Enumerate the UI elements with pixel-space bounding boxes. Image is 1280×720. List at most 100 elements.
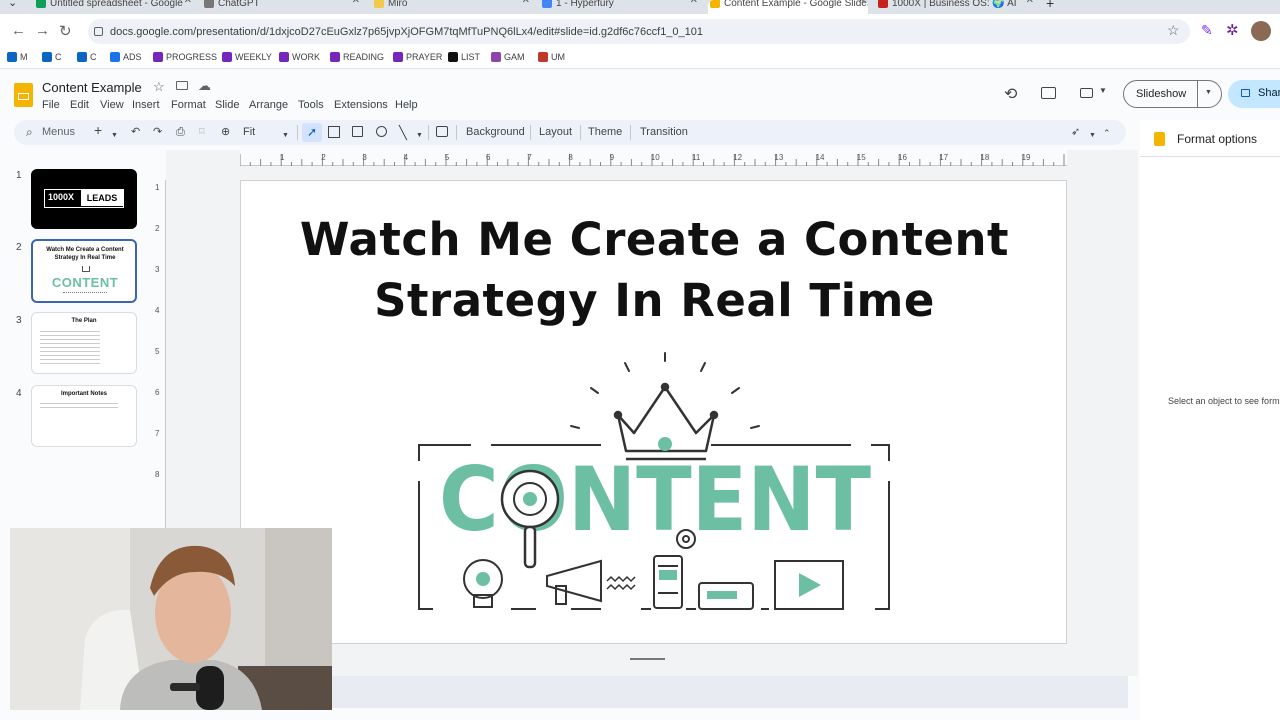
tab-business-os[interactable]: 1000X | Business OS: 🌍 AI ✕	[876, 0, 1036, 14]
new-tab-button[interactable]: +	[1046, 0, 1054, 11]
bookmark-star-icon[interactable]: ☆	[1167, 22, 1180, 39]
slide-thumbnail-3[interactable]: The Plan	[31, 312, 137, 374]
megaphone-icon	[546, 559, 602, 605]
tab-chatgpt[interactable]: ChatGPT ✕	[202, 0, 362, 14]
bookmark-gam[interactable]: GAM	[491, 52, 525, 63]
site-info-icon[interactable]	[94, 27, 103, 36]
layout-button[interactable]: Layout	[539, 126, 572, 139]
tab-content-example[interactable]: Content Example - Google Slides ✕	[708, 0, 868, 14]
menu-format[interactable]: Format	[171, 99, 206, 111]
extension-pen-icon[interactable]: ✎	[1201, 22, 1213, 39]
content-illustration[interactable]: CONTENT	[241, 181, 1068, 645]
ruler-tick-label: 9	[609, 153, 615, 162]
print-icon[interactable]: ⎙	[176, 126, 185, 139]
pointer-icon[interactable]: ➶	[1071, 126, 1080, 139]
menu-extensions[interactable]: Extensions	[334, 99, 388, 111]
bookmark-c1[interactable]: C	[42, 52, 62, 63]
ruler-tick-label: 15	[856, 153, 866, 162]
bookmark-c2[interactable]: C	[77, 52, 97, 63]
bookmark-work[interactable]: WORK	[279, 52, 320, 63]
menu-edit[interactable]: Edit	[70, 99, 89, 111]
onenote-icon	[222, 52, 232, 62]
bookmark-ads[interactable]: ADS	[110, 52, 142, 63]
slideshow-button[interactable]: Slideshow ▼	[1123, 80, 1222, 108]
slides-logo-icon[interactable]	[14, 83, 33, 107]
url-field[interactable]: docs.google.com/presentation/d/1dxjcoD27…	[88, 19, 1190, 44]
version-history-icon[interactable]: ⟲	[1004, 84, 1017, 104]
bookmark-um[interactable]: UM	[538, 52, 565, 63]
text-box-icon[interactable]	[328, 126, 340, 138]
bookmark-label: C	[55, 52, 62, 62]
tab-search-icon[interactable]: ⌄	[8, 0, 17, 9]
horizontal-ruler[interactable]: 1 2 3 4 5 6 7 8 9 10 11 12 13 14 15 16 17 18 19	[240, 150, 1067, 166]
close-icon[interactable]: ✕	[690, 0, 698, 6]
zoom-select[interactable]: Fit	[243, 126, 255, 139]
profile-avatar[interactable]	[1251, 21, 1271, 41]
close-icon[interactable]: ✕	[858, 0, 866, 6]
slide-thumbnail-2[interactable]: Watch Me Create a Content Strategy In Re…	[31, 239, 137, 303]
slide-thumbnail-1[interactable]: 1000X LEADS	[31, 169, 137, 229]
image-icon[interactable]	[352, 126, 363, 137]
close-icon[interactable]: ✕	[522, 0, 530, 6]
star-icon[interactable]: ☆	[153, 79, 165, 95]
meet-camera-icon[interactable]	[1080, 88, 1093, 98]
add-comment-icon[interactable]	[436, 126, 448, 137]
close-icon[interactable]: ✕	[1026, 0, 1034, 6]
chevron-down-icon[interactable]: ▼	[416, 129, 423, 142]
back-icon[interactable]: ←	[11, 22, 26, 39]
paint-format-icon[interactable]: ⌑	[199, 126, 205, 139]
bookmark-reading[interactable]: READING	[330, 52, 384, 63]
chevron-down-icon[interactable]: ▼	[1099, 86, 1107, 95]
background-button[interactable]: Background	[466, 126, 525, 139]
move-folder-icon[interactable]	[176, 81, 188, 90]
slide-canvas[interactable]: Watch Me Create a Content Strategy In Re…	[240, 180, 1067, 644]
tab-hyperfury[interactable]: 1 - Hyperfury ✕	[540, 0, 700, 14]
bookmark-prayer[interactable]: PRAYER	[393, 52, 442, 63]
chevron-down-icon[interactable]: ▼	[1089, 129, 1096, 142]
select-tool-button[interactable]: ➚	[302, 123, 322, 142]
close-icon[interactable]: ✕	[184, 0, 192, 6]
tab-miro[interactable]: Miro ✕	[372, 0, 532, 14]
comments-icon[interactable]	[1041, 87, 1056, 99]
new-slide-icon[interactable]: +	[94, 123, 102, 137]
menu-arrange[interactable]: Arrange	[249, 99, 288, 111]
bookmark-weekly[interactable]: WEEKLY	[222, 52, 272, 63]
chevron-down-icon[interactable]: ▼	[282, 129, 289, 142]
reload-icon[interactable]: ↻	[59, 22, 72, 40]
ruler-tick-label: 2	[155, 224, 160, 233]
bookmark-m[interactable]: M	[7, 52, 28, 63]
menu-tools[interactable]: Tools	[298, 99, 324, 111]
undo-icon[interactable]: ↶	[131, 126, 140, 139]
close-icon[interactable]: ✕	[352, 0, 360, 6]
share-label: Share	[1258, 87, 1280, 99]
forward-icon[interactable]: →	[35, 22, 50, 39]
zoom-icon[interactable]: ⊕	[221, 126, 230, 139]
menu-file[interactable]: File	[42, 99, 60, 111]
document-title[interactable]: Content Example	[42, 80, 142, 95]
share-button[interactable]: Share	[1228, 80, 1280, 108]
theme-button[interactable]: Theme	[588, 126, 622, 139]
line-icon[interactable]: ╲	[399, 126, 407, 139]
tab-spreadsheet[interactable]: Untitled spreadsheet - Google ✕	[34, 0, 194, 14]
bookmark-progress[interactable]: PROGRESS	[153, 52, 217, 63]
menu-slide[interactable]: Slide	[215, 99, 239, 111]
speaker-notes-handle[interactable]	[630, 658, 665, 660]
menus-search[interactable]: Menus	[42, 126, 75, 139]
menu-help[interactable]: Help	[395, 99, 418, 111]
redo-icon[interactable]: ↷	[153, 126, 162, 139]
transition-button[interactable]: Transition	[640, 126, 688, 139]
divider	[297, 125, 298, 140]
chevron-down-icon[interactable]: ▼	[1205, 89, 1212, 96]
chevron-down-icon[interactable]: ▼	[111, 129, 118, 142]
chevron-up-icon[interactable]: ⌃	[1103, 127, 1111, 140]
thumb-title: Watch Me Create a Content Strategy In Re…	[46, 247, 124, 261]
vertical-ruler[interactable]: 1 2 3 4 5 6 7 8	[150, 180, 166, 528]
bookmark-list[interactable]: LIST	[448, 52, 480, 63]
extension-gear-icon[interactable]: ✲	[1226, 21, 1239, 39]
menu-view[interactable]: View	[100, 99, 124, 111]
menu-insert[interactable]: Insert	[132, 99, 160, 111]
cloud-status-icon[interactable]: ☁	[198, 78, 211, 94]
search-icon[interactable]: ⌕	[26, 126, 33, 139]
shape-icon[interactable]	[376, 126, 387, 137]
slide-thumbnail-4[interactable]: Important Notes	[31, 385, 137, 447]
